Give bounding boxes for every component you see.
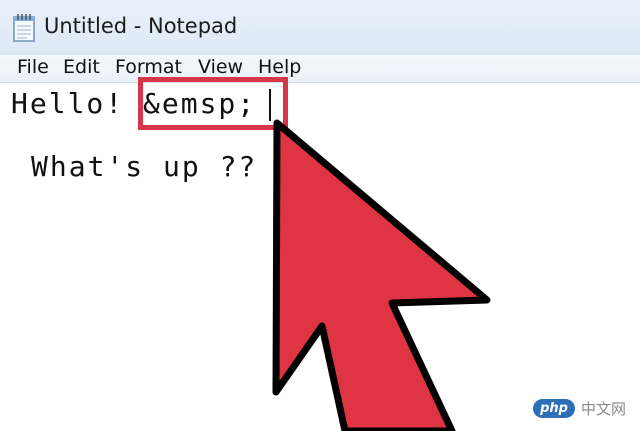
menu-help[interactable]: Help (258, 56, 301, 78)
watermark-logo: php (533, 399, 575, 418)
menu-format[interactable]: Format (115, 56, 182, 78)
menu-bar: File Edit Format View Help (0, 55, 640, 83)
menu-edit[interactable]: Edit (63, 56, 100, 78)
highlight-box (138, 77, 288, 130)
editor-line-2: What's up ?? (31, 150, 258, 183)
watermark-text: 中文网 (580, 400, 626, 418)
menu-file[interactable]: File (17, 56, 49, 78)
notepad-window: Untitled - Notepad File Edit Format View… (0, 0, 640, 431)
title-bar[interactable]: Untitled - Notepad (0, 0, 640, 56)
watermark: php 中文网 (533, 398, 626, 419)
notepad-icon (13, 14, 35, 42)
text-editor-area[interactable]: Hello! &emsp; What's up ?? (0, 83, 640, 431)
menu-view[interactable]: View (198, 56, 243, 78)
window-title: Untitled - Notepad (44, 14, 238, 38)
